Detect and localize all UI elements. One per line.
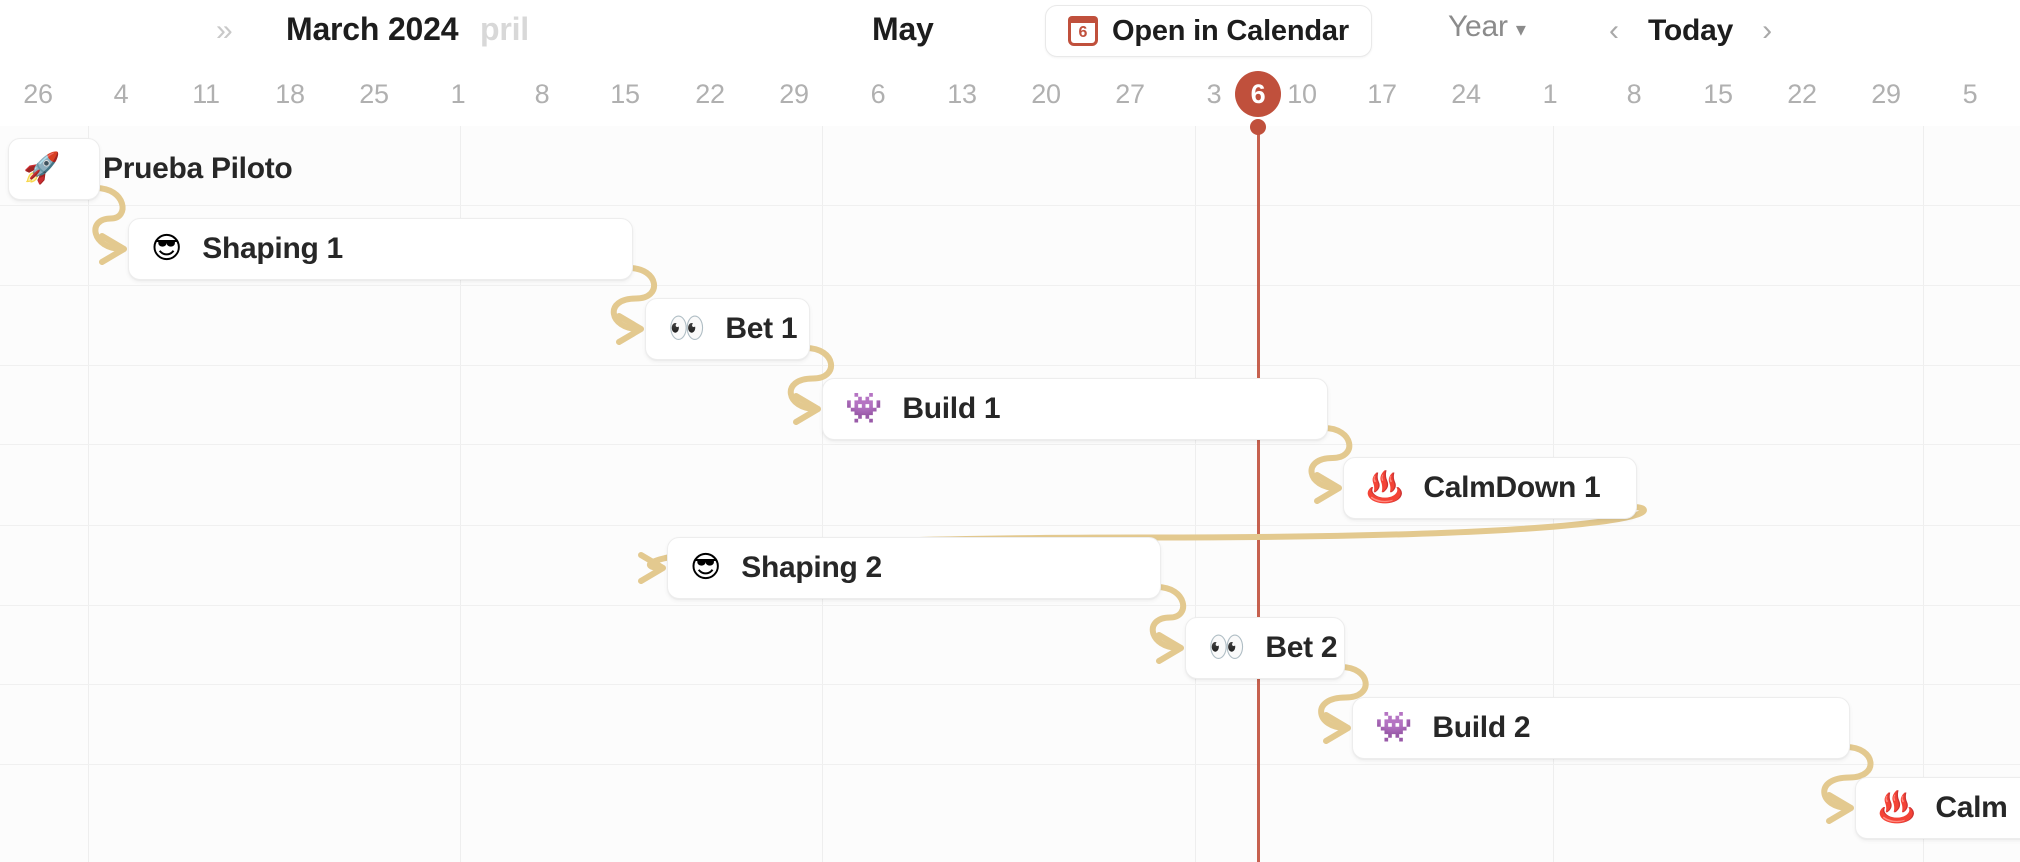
ruler-tick[interactable]: 26 — [8, 62, 68, 126]
timeline-item-card[interactable]: 👀 Bet 1 — [645, 298, 810, 360]
timeline-item-card[interactable]: 😎 Shaping 1 — [128, 218, 633, 280]
today-marker-dot — [1250, 119, 1266, 135]
timeline-item-title: Shaping 1 — [202, 232, 343, 265]
ruler-tick[interactable]: 6 — [848, 62, 908, 126]
today-button[interactable]: Today — [1638, 14, 1743, 48]
open-in-calendar-label: Open in Calendar — [1112, 14, 1349, 47]
sunglasses-emoji: 😎 — [690, 550, 722, 585]
timeline-item-title: Calm — [1935, 791, 2008, 824]
ruler-tick[interactable]: 20 — [1016, 62, 1076, 126]
timeline-item-card[interactable]: 👾 Build 1 — [822, 378, 1328, 440]
timeline-item-card[interactable]: 👀 Bet 2 — [1185, 617, 1345, 679]
chevron-down-icon: ▾ — [1515, 19, 1526, 41]
timeline-item-title: Build 1 — [902, 392, 1001, 425]
sunglasses-emoji: 😎 — [151, 231, 183, 266]
ruler-tick[interactable]: 1 — [428, 62, 488, 126]
timeline-item-card[interactable]: ♨️ Calm — [1855, 777, 2020, 839]
ruler-tick[interactable]: 10 — [1272, 62, 1332, 126]
rocket-emoji: 🚀 — [23, 151, 61, 186]
timeline-item-card[interactable]: 👾 Build 2 — [1352, 697, 1850, 759]
ruler-tick[interactable]: 4 — [91, 62, 151, 126]
ruler-tick[interactable]: 22 — [1772, 62, 1832, 126]
timeline-item-card[interactable]: ♨️ CalmDown 1 — [1343, 457, 1637, 519]
ruler-tick[interactable]: 22 — [680, 62, 740, 126]
ruler-tick[interactable]: 5 — [1940, 62, 2000, 126]
ruler-tick[interactable]: 1 — [1520, 62, 1580, 126]
ruler-tick[interactable]: 13 — [932, 62, 992, 126]
alien-monster-emoji: 👾 — [1375, 710, 1413, 745]
ruler-tick[interactable]: 24 — [1436, 62, 1496, 126]
month-label-may: May — [872, 11, 934, 47]
ruler-tick[interactable]: 15 — [595, 62, 655, 126]
timeline-item-title: Prueba Piloto — [103, 152, 293, 185]
ruler-tick[interactable]: 18 — [260, 62, 320, 126]
double-chevron-right-icon[interactable]: » — [216, 14, 233, 48]
timeline-item-card[interactable]: 😎 Shaping 2 — [667, 537, 1161, 599]
ruler-tick[interactable]: 29 — [764, 62, 824, 126]
ruler-tick[interactable]: 29 — [1856, 62, 1916, 126]
ruler-tick[interactable]: 8 — [512, 62, 572, 126]
prev-period-button[interactable]: ‹ — [1590, 8, 1638, 54]
timeline-item-title: CalmDown 1 — [1423, 471, 1601, 504]
ruler-tick[interactable]: 17 — [1352, 62, 1412, 126]
alien-monster-emoji: 👾 — [845, 391, 883, 426]
hot-springs-emoji: ♨️ — [1878, 790, 1916, 825]
date-ruler: 26 4 11 18 25 1 8 15 22 29 6 13 20 27 3 6 10 17 24 1 8 15 22 29… — [0, 62, 2020, 126]
calendar-icon: 6 — [1068, 16, 1098, 46]
eyes-emoji: 👀 — [1208, 630, 1246, 665]
timeline-item-title: Bet 2 — [1265, 631, 1338, 664]
hot-springs-emoji: ♨️ — [1366, 470, 1404, 505]
next-period-button[interactable]: › — [1743, 8, 1791, 54]
timeline-item-title: Build 2 — [1432, 711, 1531, 744]
month-label-next: pril — [480, 11, 529, 47]
eyes-emoji: 👀 — [668, 311, 706, 346]
ruler-tick[interactable]: 27 — [1100, 62, 1160, 126]
ruler-tick[interactable]: 25 — [344, 62, 404, 126]
open-in-calendar-button[interactable]: 6 Open in Calendar — [1045, 5, 1372, 57]
ruler-tick[interactable]: 15 — [1688, 62, 1748, 126]
timeline-item-card[interactable]: 🚀 Prueba Piloto — [8, 138, 293, 200]
timeline-items-layer: 🚀 Prueba Piloto 😎 Shaping 1 👀 Bet 1 👾 Build 1 ♨️… — [0, 126, 2020, 862]
date-nav-group: ‹ Today › — [1590, 8, 1791, 54]
ruler-tick[interactable]: 11 — [176, 62, 236, 126]
timeline-header: » March 2024 pril May 6 Open in Calendar… — [0, 0, 2020, 62]
timeline-item-title: Shaping 2 — [741, 551, 882, 584]
timeline-item-title: Bet 1 — [725, 312, 798, 345]
zoom-level-select[interactable]: Year ▾ — [1448, 10, 1526, 44]
month-label-current: March 2024 — [286, 11, 459, 47]
timeline-app: » March 2024 pril May 6 Open in Calendar… — [0, 0, 2020, 862]
ruler-tick[interactable]: 8 — [1604, 62, 1664, 126]
zoom-level-label: Year — [1448, 10, 1508, 43]
